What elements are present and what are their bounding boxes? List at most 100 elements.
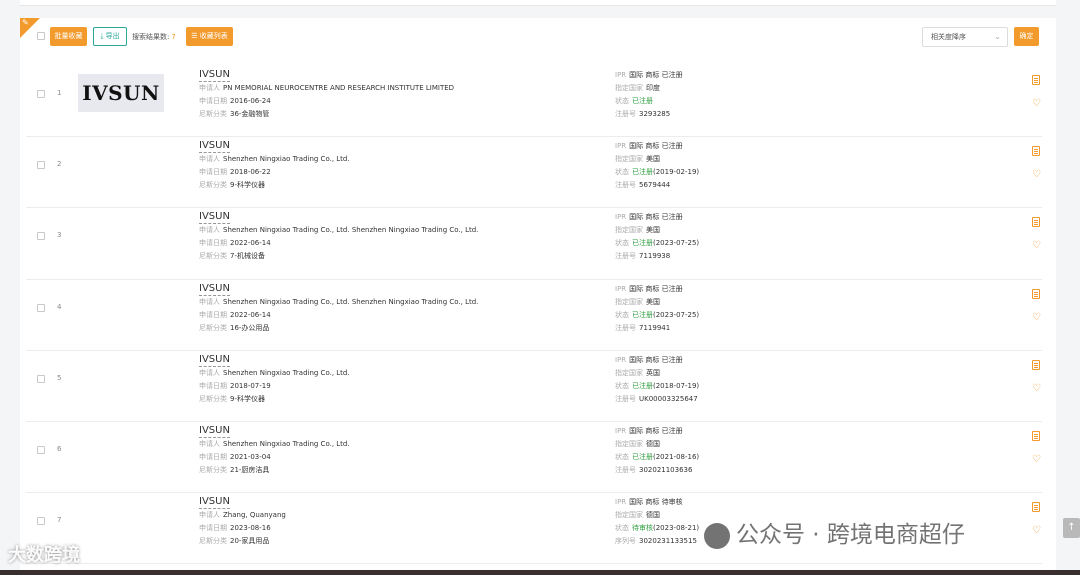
app-date-field: 申请日期 2023-08-16 <box>199 524 271 533</box>
toolbar: 批量收藏 ⤓ 导出 搜索结果数: 7 ☰ 收藏列表 相关度降序 ⌄ 确定 <box>20 27 1056 49</box>
nice-class-value: 9-科学仪器 <box>230 394 265 403</box>
row-index: 7 <box>57 516 62 525</box>
country-field: 指定国家 美国 <box>615 155 660 164</box>
status-field: 状态 已注册(2018-07-19) <box>615 382 699 391</box>
reg-no-value: 5679444 <box>639 181 671 190</box>
row-checkbox[interactable] <box>37 445 45 454</box>
trademark-name-link[interactable]: IVSUN <box>199 140 230 154</box>
status-label: 状态 <box>615 524 629 533</box>
trademark-name-link[interactable]: IVSUN <box>199 283 230 296</box>
reg-no-field: 注册号 3293285 <box>615 110 670 119</box>
ipr-label: IPR <box>615 355 627 364</box>
ipr-label: IPR <box>615 213 627 222</box>
applicant-value: Shenzhen Ningxiao Trading Co., Ltd. Shen… <box>223 297 479 306</box>
nice-class-label: 尼斯分类 <box>199 252 227 261</box>
row-checkbox[interactable] <box>37 374 45 383</box>
applicant-field: 申请人 Shenzhen Ningxiao Trading Co., Ltd. <box>199 155 350 164</box>
heart-icon[interactable]: ♡ <box>1032 526 1041 536</box>
app-date-label: 申请日期 <box>199 524 227 533</box>
scroll-top-button[interactable]: ↑ <box>1063 518 1080 538</box>
document-icon[interactable] <box>1032 359 1040 370</box>
export-label: 导出 <box>105 32 120 40</box>
batch-favorite-button[interactable]: 批量收藏 <box>50 27 87 46</box>
heart-icon[interactable]: ♡ <box>1032 312 1041 323</box>
app-date-field: 申请日期 2022-06-14 <box>199 311 271 320</box>
status-date: (2023-07-25) <box>653 310 700 319</box>
ipr-label: IPR <box>615 498 627 507</box>
app-date-value: 2018-07-19 <box>230 381 271 390</box>
nice-class-label: 尼斯分类 <box>199 394 227 403</box>
nice-class-label: 尼斯分类 <box>199 181 227 190</box>
document-icon[interactable] <box>1032 217 1040 228</box>
status-value: 已注册 <box>632 239 653 248</box>
document-icon[interactable] <box>1032 75 1040 85</box>
trademark-name-link[interactable]: IVSUN <box>199 69 230 82</box>
ipr-value: 国际 商标 已注册 <box>629 213 683 222</box>
status-date: (2021-08-16) <box>653 452 700 461</box>
result-row: 4 IVSUN 申请人 Shenzhen Ningxiao Trading Co., … <box>26 280 1042 351</box>
trademark-name-link[interactable]: IVSUN <box>199 496 230 510</box>
heart-icon[interactable]: ♡ <box>1032 241 1041 251</box>
status-label: 状态 <box>615 452 629 461</box>
reg-no-field: 注册号 UK00003325647 <box>615 395 698 404</box>
status-field: 状态 已注册(2019-02-19) <box>615 168 699 177</box>
app-date-value: 2016-06-24 <box>230 97 271 105</box>
confirm-button[interactable]: 确定 <box>1014 27 1039 46</box>
nice-class-field: 尼斯分类 21-厨房洁具 <box>199 466 269 475</box>
row-checkbox[interactable] <box>37 517 45 526</box>
document-icon[interactable] <box>1032 502 1040 513</box>
country-label: 指定国家 <box>615 84 643 92</box>
export-button[interactable]: ⤓ 导出 <box>93 27 127 46</box>
ipr-label: IPR <box>615 71 627 79</box>
applicant-label: 申请人 <box>199 226 220 235</box>
sort-select[interactable]: 相关度降序 ⌄ <box>922 27 1008 47</box>
country-field: 指定国家 印度 <box>615 84 660 93</box>
status-value: 已注册 <box>632 381 653 390</box>
ipr-label: IPR <box>615 426 627 435</box>
trademark-name-link[interactable]: IVSUN <box>199 211 230 225</box>
wechat-logo-icon <box>704 522 730 549</box>
favorite-list-button[interactable]: ☰ 收藏列表 <box>186 27 233 46</box>
row-checkbox[interactable] <box>37 232 45 241</box>
reg-no-value: 3020231133515 <box>639 537 697 546</box>
country-label: 指定国家 <box>615 297 643 306</box>
reg-no-value: 302021103636 <box>639 465 693 474</box>
app-date-value: 2023-08-16 <box>230 524 271 533</box>
nice-class-field: 尼斯分类 20-家具用品 <box>199 537 269 546</box>
row-index: 3 <box>57 231 62 240</box>
app-date-value: 2022-06-14 <box>230 239 271 248</box>
status-field: 状态 已注册(2021-08-16) <box>615 453 699 462</box>
trademark-name-link[interactable]: IVSUN <box>199 425 230 438</box>
applicant-field: 申请人 Shenzhen Ningxiao Trading Co., Ltd. <box>199 440 350 449</box>
ipr-label: IPR <box>615 142 627 151</box>
reg-no-label: 注册号 <box>615 323 636 332</box>
ipr-field: IPR 国际 商标 已注册 <box>615 427 683 436</box>
document-icon[interactable] <box>1032 430 1040 441</box>
country-value: 德国 <box>646 511 660 520</box>
country-label: 指定国家 <box>615 368 643 377</box>
heart-icon[interactable]: ♡ <box>1032 454 1041 465</box>
applicant-value: PN MEMORIAL NEUROCENTRE AND RESEARCH INS… <box>223 84 455 92</box>
heart-icon[interactable]: ♡ <box>1032 383 1041 394</box>
row-checkbox[interactable] <box>37 90 45 98</box>
nice-class-field: 尼斯分类 36-金融物管 <box>199 110 269 119</box>
row-checkbox[interactable] <box>37 161 45 170</box>
row-checkbox[interactable] <box>37 303 45 312</box>
select-all-checkbox[interactable] <box>37 32 45 40</box>
status-label: 状态 <box>615 381 629 390</box>
status-value: 已注册 <box>632 97 653 105</box>
trademark-name-link[interactable]: IVSUN <box>199 354 230 367</box>
reg-no-label: 注册号 <box>615 394 636 403</box>
result-count-number: 7 <box>171 33 176 41</box>
status-field: 状态 待审核(2023-08-21) <box>615 524 699 533</box>
country-field: 指定国家 美国 <box>615 298 660 307</box>
document-icon[interactable] <box>1032 146 1040 157</box>
applicant-field: 申请人 Shenzhen Ningxiao Trading Co., Ltd. <box>199 369 350 378</box>
heart-icon[interactable]: ♡ <box>1032 99 1041 109</box>
applicant-label: 申请人 <box>199 84 220 92</box>
heart-icon[interactable]: ♡ <box>1032 170 1041 180</box>
row-index: 6 <box>57 444 62 453</box>
nice-class-label: 尼斯分类 <box>199 110 227 118</box>
document-icon[interactable] <box>1032 288 1040 299</box>
country-value: 美国 <box>646 226 660 235</box>
